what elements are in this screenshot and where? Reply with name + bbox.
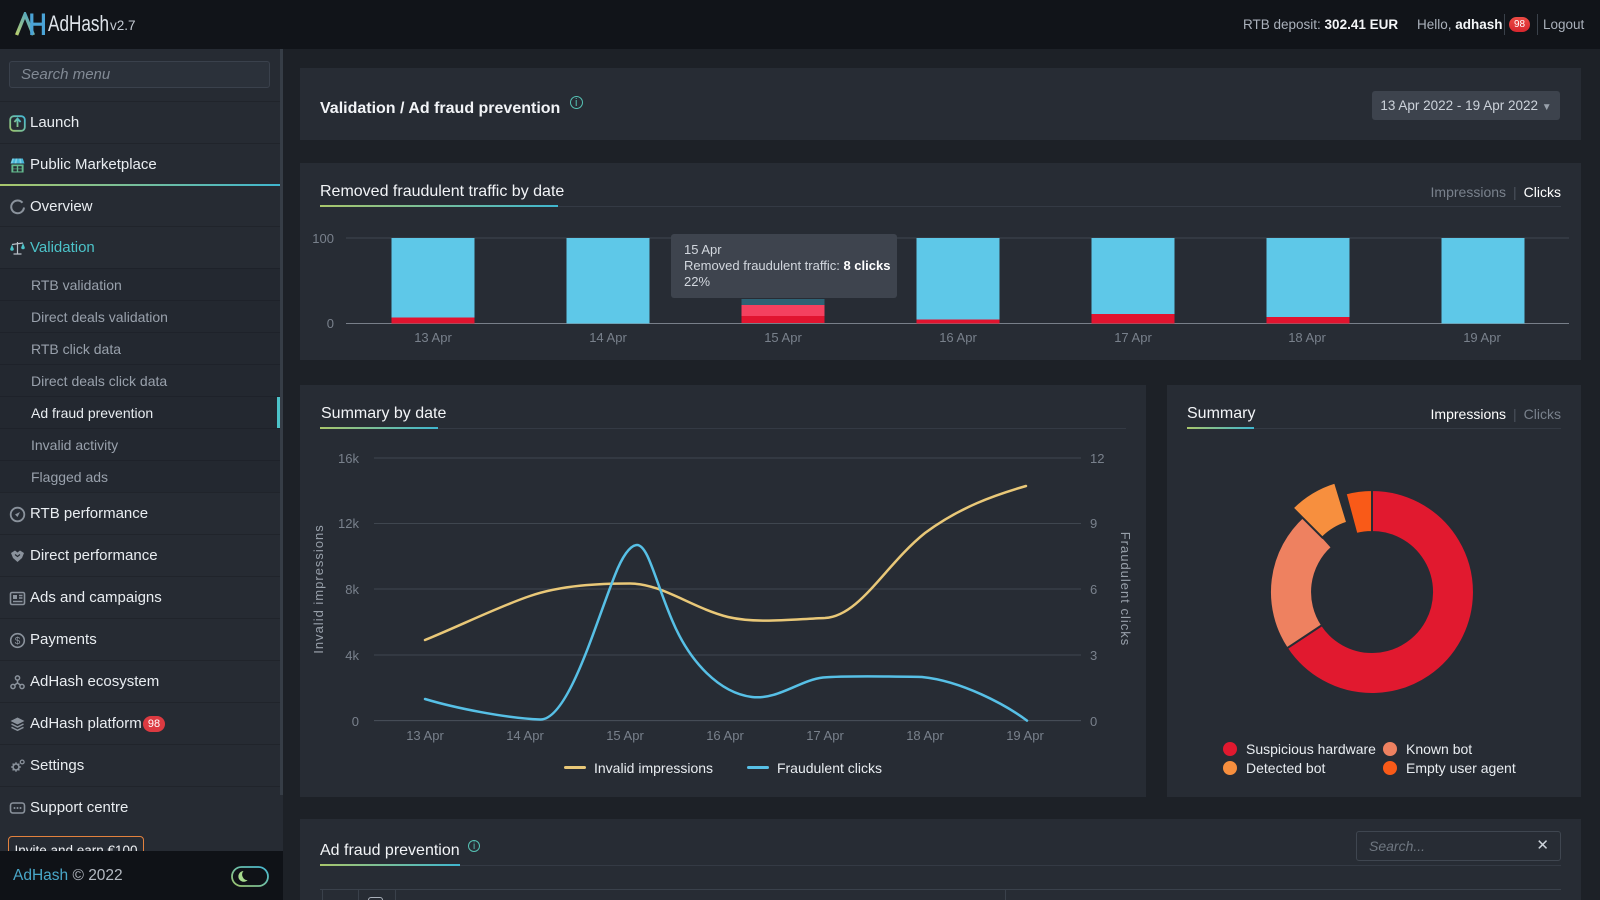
svg-text:$: $	[15, 636, 21, 647]
svg-text:Fraudulent clicks: Fraudulent clicks	[1118, 532, 1133, 647]
